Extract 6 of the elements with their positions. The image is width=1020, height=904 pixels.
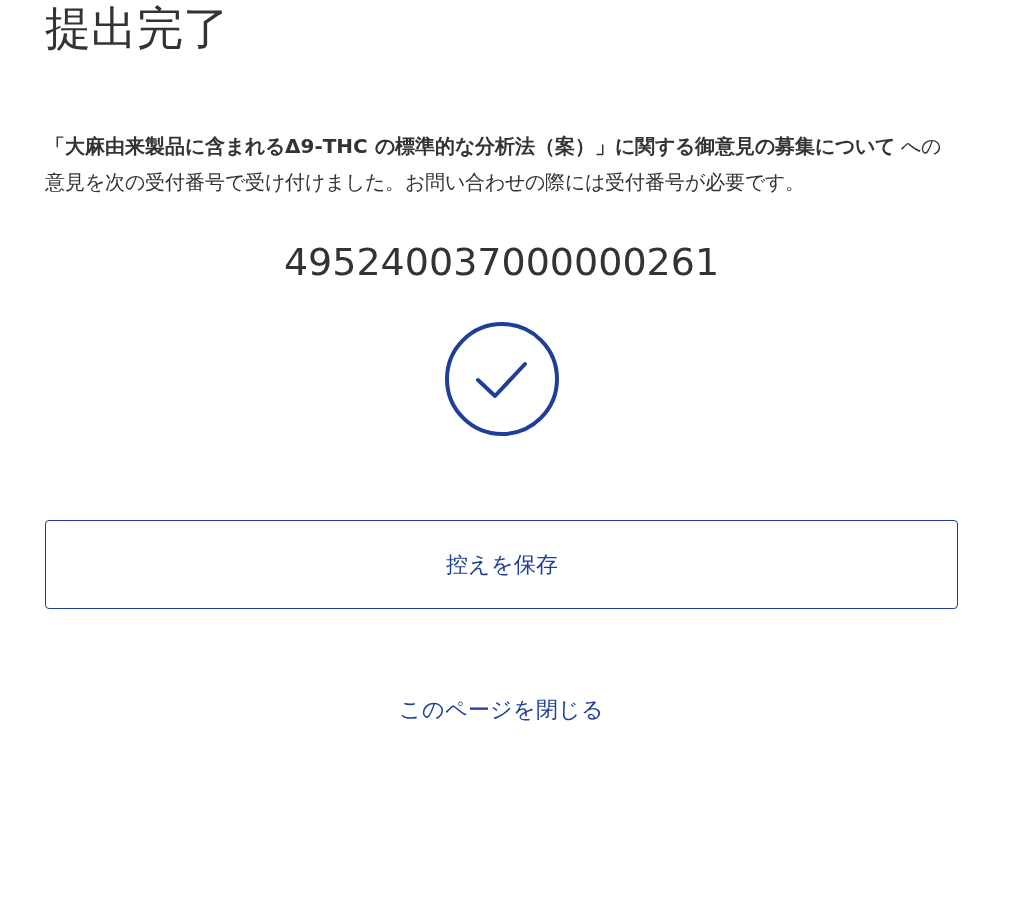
page-title: 提出完了 — [45, 0, 230, 57]
close-page-link[interactable]: このページを閉じる — [399, 695, 604, 725]
check-circle-icon — [444, 322, 559, 436]
save-copy-button[interactable]: 控えを保存 — [45, 520, 958, 609]
confirmation-message: 「大麻由来製品に含まれるΔ9-THC の標準的な分析法（案）」に関する御意見の募集について への意見を次の受付番号で受け付けました。お問い合わせの際には受付番号が必要です。 — [45, 133, 943, 196]
receipt-number: 495240037000000261 — [283, 239, 720, 286]
